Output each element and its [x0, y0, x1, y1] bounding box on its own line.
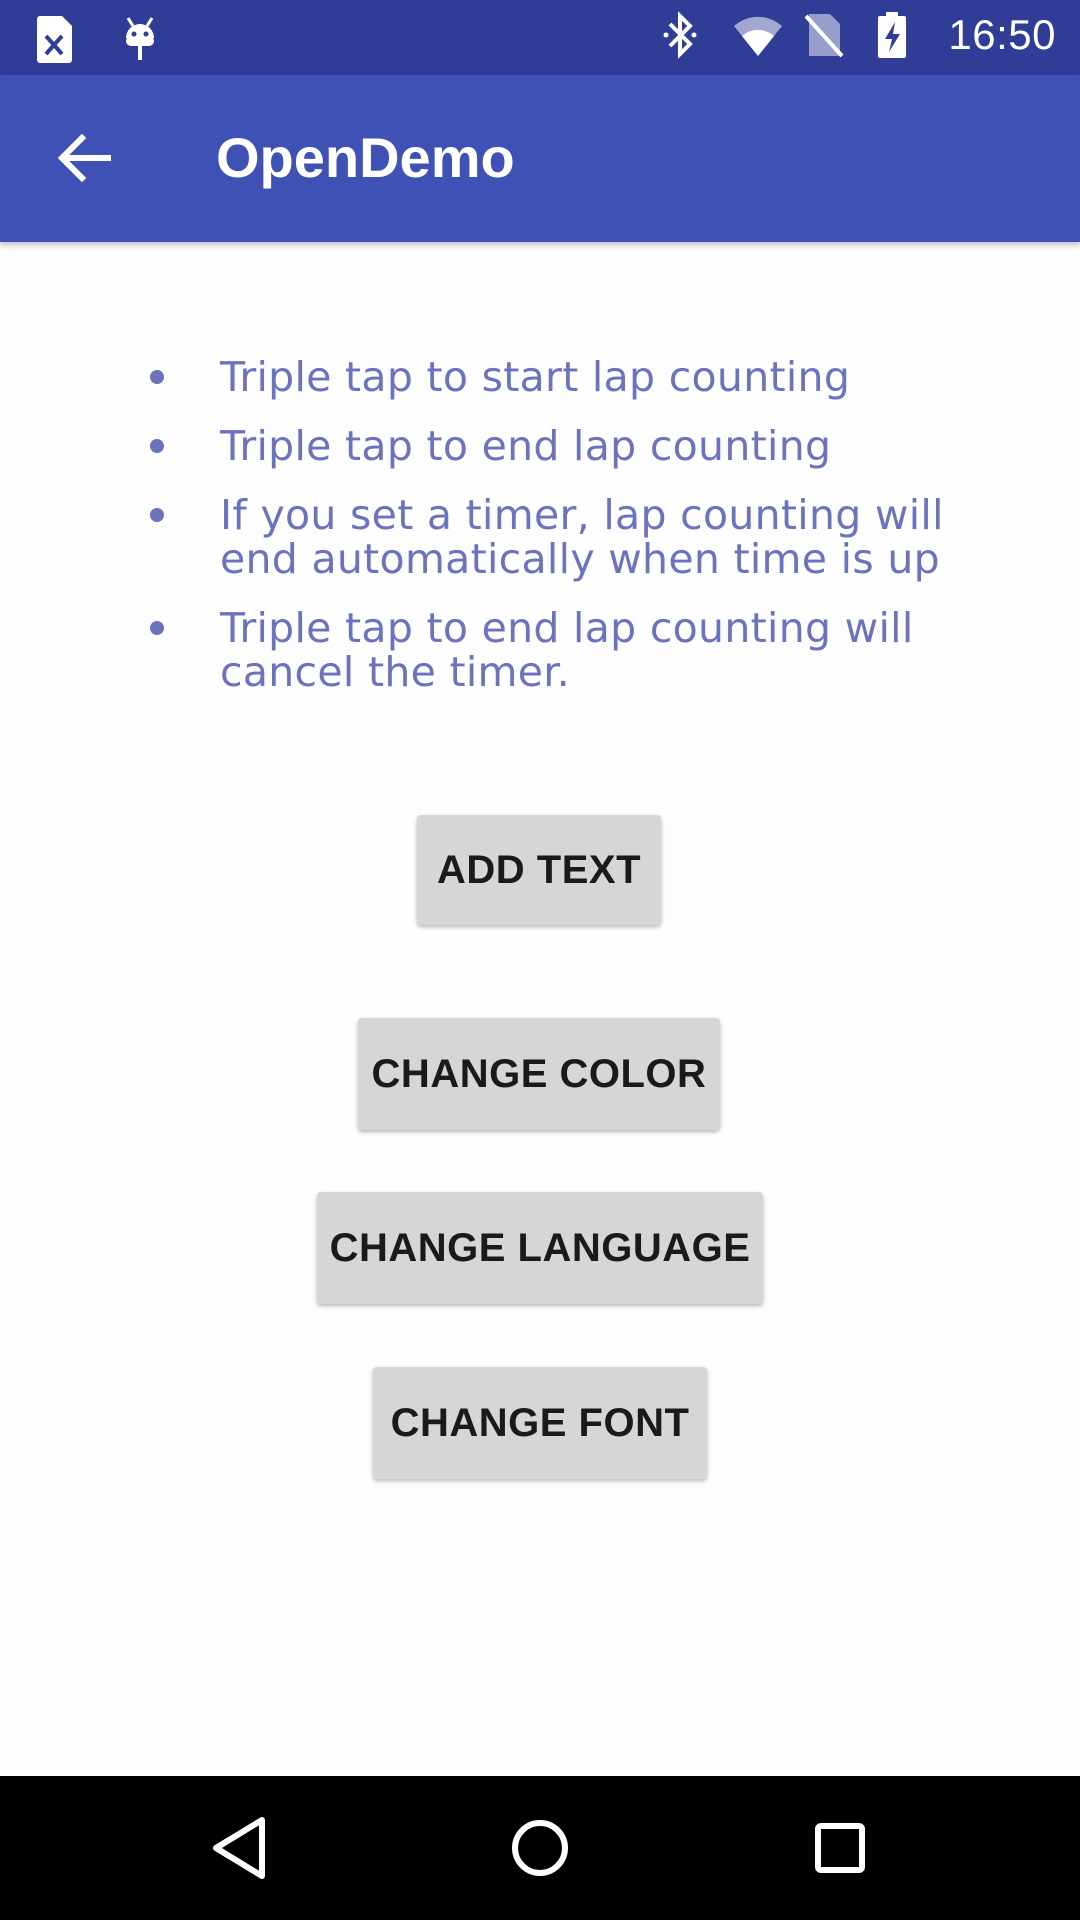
- wifi-icon: [732, 10, 783, 60]
- nav-recents-button[interactable]: [800, 1808, 880, 1888]
- status-time: 16:50: [948, 11, 1056, 58]
- no-sim-icon: [804, 10, 850, 60]
- add-text-button[interactable]: ADD TEXT: [417, 815, 661, 925]
- instruction-text: Triple tap to start lap counting: [220, 353, 851, 401]
- list-item: Triple tap to end lap counting: [140, 424, 980, 468]
- nav-back-icon: [200, 1817, 280, 1892]
- arrow-back-icon: [50, 133, 120, 197]
- instruction-text: Triple tap to end lap counting: [220, 422, 832, 470]
- instruction-list: Triple tap to start lap counting Triple …: [140, 355, 980, 719]
- back-button[interactable]: [50, 123, 120, 193]
- status-bar: 16:50: [0, 0, 1080, 75]
- bullet-icon: [150, 439, 164, 453]
- nav-home-icon: [500, 1820, 580, 1892]
- list-item: Triple tap to end lap counting will canc…: [140, 606, 980, 694]
- nav-home-button[interactable]: [500, 1808, 580, 1888]
- instruction-text: Triple tap to end lap counting will canc…: [220, 604, 914, 696]
- change-language-button[interactable]: CHANGE LANGUAGE: [317, 1192, 763, 1304]
- nav-recents-icon: [800, 1823, 880, 1892]
- bluetooth-icon: [660, 10, 706, 60]
- change-color-button[interactable]: CHANGE COLOR: [358, 1018, 720, 1130]
- instruction-text: If you set a timer, lap counting will en…: [220, 491, 944, 583]
- list-item: Triple tap to start lap counting: [140, 355, 980, 399]
- android-debug-icon: [120, 14, 166, 64]
- sim-card-icon: [36, 14, 82, 64]
- bullet-icon: [150, 508, 164, 522]
- navigation-bar: [0, 1776, 1080, 1920]
- app-bar: OpenDemo: [0, 75, 1080, 242]
- app-title: OpenDemo: [216, 126, 515, 189]
- bullet-icon: [150, 370, 164, 384]
- list-item: If you set a timer, lap counting will en…: [140, 493, 980, 581]
- battery-charging-icon: [876, 10, 922, 60]
- bullet-icon: [150, 621, 164, 635]
- change-font-button[interactable]: CHANGE FONT: [373, 1367, 707, 1479]
- nav-back-button[interactable]: [200, 1808, 280, 1888]
